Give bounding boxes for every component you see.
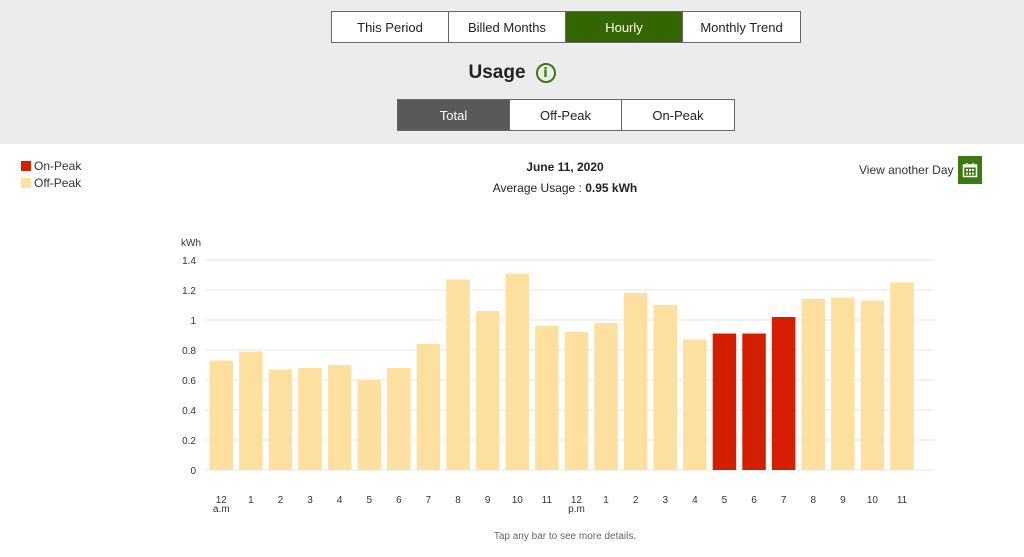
y-tick-label: 1.2 [182, 286, 196, 297]
x-tick-label: 8 [810, 495, 816, 506]
bar-off-peak[interactable] [890, 282, 914, 471]
x-tick-label: 6 [751, 495, 757, 506]
x-tick-label: 2 [633, 495, 639, 506]
x-tick-label: 6 [396, 495, 402, 506]
bar-off-peak[interactable] [831, 297, 855, 471]
x-tick-label: 3 [307, 495, 313, 506]
x-tick-label: 7 [781, 495, 787, 506]
y-axis-label: kWh [181, 238, 201, 249]
y-tick-label: 0.8 [182, 346, 196, 357]
bar-off-peak[interactable] [327, 365, 352, 470]
x-tick-sublabel: p.m [568, 504, 585, 515]
bar-off-peak[interactable] [653, 305, 678, 470]
x-tick-label: 5 [366, 495, 372, 506]
x-tick-label: 1 [248, 495, 254, 506]
x-tick-label: 9 [485, 495, 491, 506]
bar-on-peak[interactable] [742, 333, 766, 471]
x-tick-label: 4 [692, 495, 698, 506]
bar-off-peak[interactable] [209, 360, 234, 471]
bar-off-peak[interactable] [535, 326, 559, 470]
x-tick-label: 10 [867, 495, 879, 506]
y-tick-label: 0.6 [182, 376, 196, 387]
bar-off-peak[interactable] [357, 380, 382, 470]
bar-off-peak[interactable] [683, 339, 707, 471]
bar-off-peak[interactable] [239, 351, 263, 471]
x-tick-label: 1 [603, 495, 609, 506]
bar-off-peak[interactable] [268, 369, 293, 471]
y-tick-label: 0 [190, 466, 196, 477]
hourly-usage-chart: kWh 0 0.2 0.4 0.6 0.8 1 1.2 1.4 1 2 a.m 1 2 3 4 5 6 7 8 9 10 1… [181, 238, 935, 515]
bar-on-peak[interactable] [712, 333, 737, 471]
bar-on-peak[interactable] [771, 317, 796, 470]
bar-off-peak[interactable] [594, 323, 618, 470]
bar-off-peak[interactable] [801, 299, 826, 470]
footer-hint: Tap any bar to see more details. [493, 531, 637, 542]
bar-off-peak[interactable] [446, 279, 470, 471]
bar-off-peak[interactable] [416, 344, 441, 470]
bar-off-peak[interactable] [505, 273, 530, 471]
y-tick-label: 1 [190, 316, 196, 327]
x-tick-label: 8 [455, 495, 461, 506]
x-tick-label: 11 [542, 495, 553, 506]
bar-off-peak[interactable] [564, 332, 589, 470]
x-tick-label: 5 [722, 495, 728, 506]
bar-off-peak[interactable] [860, 300, 885, 471]
x-tick-sublabel: a.m [213, 504, 230, 515]
x-tick-label: 4 [337, 495, 343, 506]
x-tick-label: 10 [512, 495, 524, 506]
y-tick-label: 1.4 [182, 256, 196, 267]
x-tick-label: 9 [840, 495, 846, 506]
x-tick-label: 7 [426, 495, 432, 506]
y-tick-label: 0.4 [182, 406, 196, 417]
x-tick-label: 3 [662, 495, 668, 506]
bar-off-peak[interactable] [475, 311, 500, 470]
bar-off-peak[interactable] [298, 368, 322, 470]
x-tick-label: 2 [278, 495, 284, 506]
bar-off-peak[interactable] [623, 293, 648, 470]
y-tick-label: 0.2 [182, 436, 196, 447]
bar-off-peak[interactable] [387, 368, 411, 470]
x-tick-label: 11 [897, 495, 908, 506]
